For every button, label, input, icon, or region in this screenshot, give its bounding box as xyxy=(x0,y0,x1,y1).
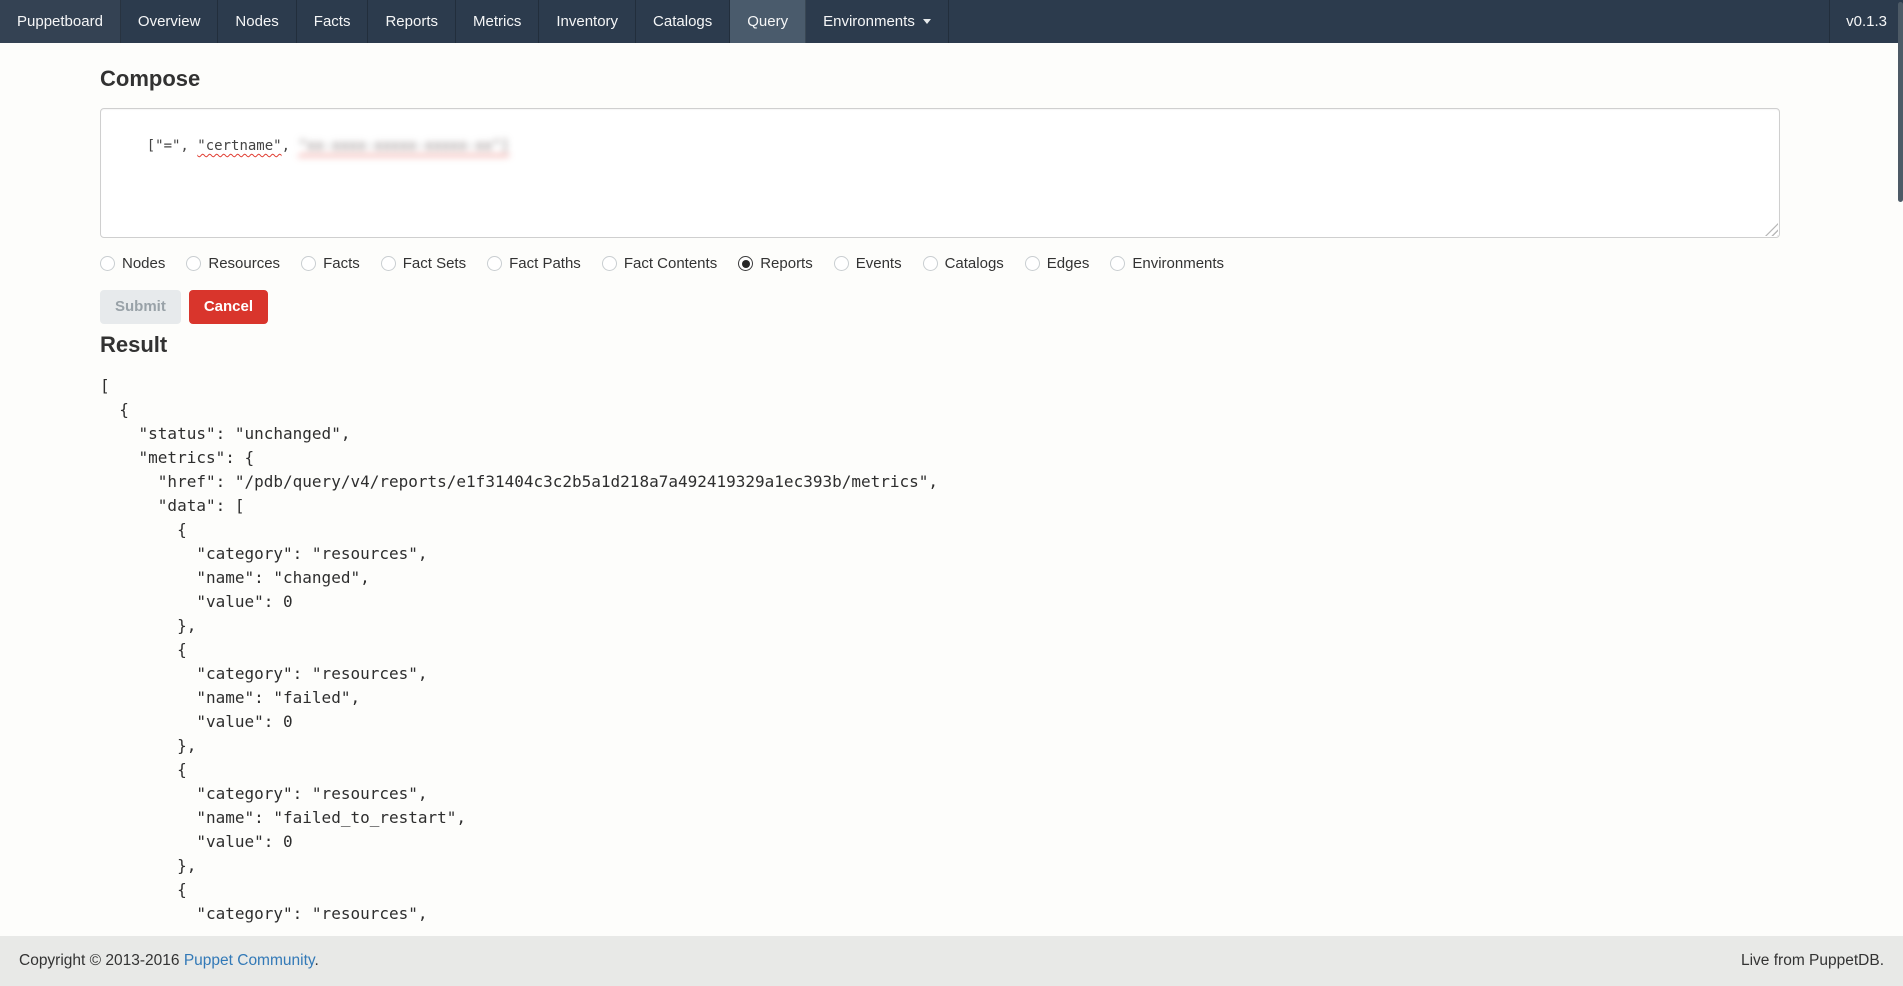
nav-item-inventory[interactable]: Inventory xyxy=(539,0,636,43)
chevron-down-icon xyxy=(923,19,931,24)
main-content: Compose ["=", "certname", "xx-xxxx-xxxxx… xyxy=(100,43,1780,926)
nav-item-facts[interactable]: Facts xyxy=(297,0,369,43)
nav-item-label: Reports xyxy=(385,13,438,30)
navbar-brand-label: Puppetboard xyxy=(17,13,103,30)
submit-button[interactable]: Submit xyxy=(100,290,181,324)
radio-option-edges[interactable]: Edges xyxy=(1025,255,1090,272)
radio-label: Resources xyxy=(208,255,280,272)
query-certname-text: "certname" xyxy=(197,138,281,154)
copyright-text: Copyright © 2013-2016 xyxy=(19,952,184,969)
nav-item-label: Facts xyxy=(314,13,351,30)
radio-input-catalogs[interactable] xyxy=(923,256,938,271)
nav-item-label: Nodes xyxy=(235,13,278,30)
radio-label: Fact Contents xyxy=(624,255,717,272)
footer: Copyright © 2013-2016 Puppet Community. … xyxy=(0,936,1903,986)
resize-grip-icon[interactable] xyxy=(1765,223,1778,236)
navbar-brand[interactable]: Puppetboard xyxy=(0,0,121,43)
radio-option-fact-paths[interactable]: Fact Paths xyxy=(487,255,581,272)
radio-label: Facts xyxy=(323,255,360,272)
radio-label: Environments xyxy=(1132,255,1224,272)
query-textarea[interactable]: ["=", "certname", "xx-xxxx-xxxxx-xxxxx-x… xyxy=(100,108,1780,238)
radio-option-reports[interactable]: Reports xyxy=(738,255,813,272)
nav-item-query[interactable]: Query xyxy=(730,0,806,43)
result-heading: Result xyxy=(100,332,1780,358)
nav-item-label: Overview xyxy=(138,13,201,30)
footer-copyright: Copyright © 2013-2016 Puppet Community. xyxy=(19,952,319,970)
radio-option-fact-sets[interactable]: Fact Sets xyxy=(381,255,466,272)
nav-item-reports[interactable]: Reports xyxy=(368,0,456,43)
form-actions: Submit Cancel xyxy=(100,290,1780,324)
nav-item-label: Environments xyxy=(823,13,915,30)
radio-label: Fact Paths xyxy=(509,255,581,272)
radio-option-catalogs[interactable]: Catalogs xyxy=(923,255,1004,272)
radio-input-fact-sets[interactable] xyxy=(381,256,396,271)
compose-heading: Compose xyxy=(100,43,1780,92)
radio-label: Edges xyxy=(1047,255,1090,272)
query-redacted-value: "xx-xxxx-xxxxx-xxxxx-xx"] xyxy=(298,138,509,154)
radio-input-fact-contents[interactable] xyxy=(602,256,617,271)
nav-item-metrics[interactable]: Metrics xyxy=(456,0,539,43)
radio-option-events[interactable]: Events xyxy=(834,255,902,272)
nav-item-catalogs[interactable]: Catalogs xyxy=(636,0,730,43)
radio-label: Fact Sets xyxy=(403,255,466,272)
nav-item-label: Inventory xyxy=(556,13,618,30)
navbar: Puppetboard Overview Nodes Facts Reports… xyxy=(0,0,1903,43)
radio-label: Reports xyxy=(760,255,813,272)
puppet-community-link[interactable]: Puppet Community xyxy=(184,952,315,969)
cancel-button[interactable]: Cancel xyxy=(189,290,268,324)
query-separator-text: , xyxy=(282,138,299,154)
radio-label: Nodes xyxy=(122,255,165,272)
navbar-spacer xyxy=(949,0,1829,43)
radio-input-facts[interactable] xyxy=(301,256,316,271)
radio-input-events[interactable] xyxy=(834,256,849,271)
navbar-version: v0.1.3 xyxy=(1829,0,1903,43)
radio-input-reports[interactable] xyxy=(738,256,753,271)
copyright-period: . xyxy=(314,952,318,969)
radio-option-environments[interactable]: Environments xyxy=(1110,255,1224,272)
nav-item-label: Catalogs xyxy=(653,13,712,30)
radio-input-resources[interactable] xyxy=(186,256,201,271)
nav-item-label: Metrics xyxy=(473,13,521,30)
endpoint-radio-group: Nodes Resources Facts Fact Sets Fact Pat… xyxy=(100,255,1780,272)
radio-input-environments[interactable] xyxy=(1110,256,1125,271)
radio-option-facts[interactable]: Facts xyxy=(301,255,360,272)
footer-status: Live from PuppetDB. xyxy=(1741,952,1884,970)
nav-item-overview[interactable]: Overview xyxy=(121,0,219,43)
radio-option-resources[interactable]: Resources xyxy=(186,255,280,272)
result-json-output: [ { "status": "unchanged", "metrics": { … xyxy=(100,374,1780,926)
radio-input-edges[interactable] xyxy=(1025,256,1040,271)
nav-item-label: Query xyxy=(747,13,788,30)
radio-option-nodes[interactable]: Nodes xyxy=(100,255,165,272)
radio-input-fact-paths[interactable] xyxy=(487,256,502,271)
nav-item-environments[interactable]: Environments xyxy=(806,0,949,43)
scrollbar[interactable] xyxy=(1898,2,1903,202)
radio-label: Events xyxy=(856,255,902,272)
version-label: v0.1.3 xyxy=(1846,13,1887,30)
radio-input-nodes[interactable] xyxy=(100,256,115,271)
nav-item-nodes[interactable]: Nodes xyxy=(218,0,296,43)
radio-option-fact-contents[interactable]: Fact Contents xyxy=(602,255,717,272)
radio-label: Catalogs xyxy=(945,255,1004,272)
query-text: ["=", xyxy=(147,138,198,154)
